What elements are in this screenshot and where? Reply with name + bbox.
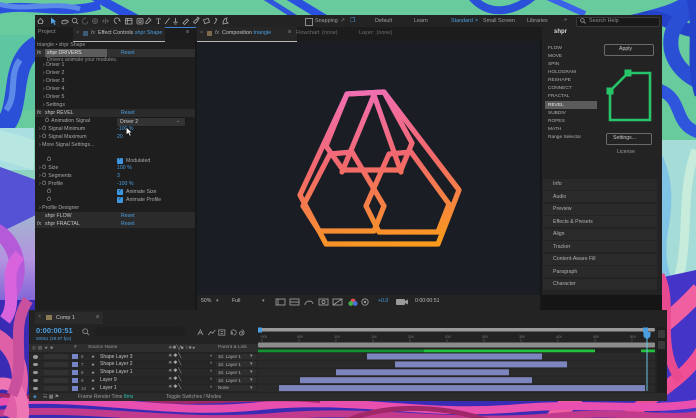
svg-text::00f: :00f: [260, 334, 268, 339]
svg-text:25f: 25f: [445, 334, 451, 339]
svg-text:15f: 15f: [371, 334, 377, 339]
svg-text:30f: 30f: [482, 334, 488, 339]
svg-text:40f: 40f: [556, 334, 562, 339]
svg-text:50f: 50f: [630, 334, 636, 339]
svg-text:10f: 10f: [334, 334, 340, 339]
svg-text:20f: 20f: [408, 334, 414, 339]
svg-text:T: T: [156, 17, 161, 26]
svg-text:45f: 45f: [593, 334, 599, 339]
svg-text:35f: 35f: [519, 334, 525, 339]
svg-text:05f: 05f: [297, 334, 303, 339]
